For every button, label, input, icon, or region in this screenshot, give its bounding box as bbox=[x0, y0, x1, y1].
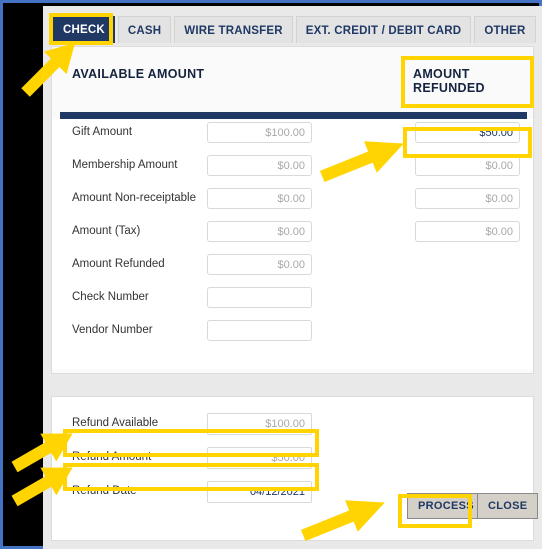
amount-refunded-input[interactable] bbox=[415, 188, 520, 209]
amount-refunded-input[interactable] bbox=[415, 221, 520, 242]
field-label: Amount Refunded bbox=[72, 258, 165, 270]
available-amount-input[interactable] bbox=[207, 287, 312, 308]
field-label: Amount Non-receiptable bbox=[72, 192, 197, 204]
field-label: Amount (Tax) bbox=[72, 225, 141, 237]
process-button[interactable]: PROCESS bbox=[407, 493, 485, 519]
close-button[interactable]: CLOSE bbox=[477, 493, 539, 519]
amount-refunded-heading: AMOUNT REFUNDED bbox=[413, 67, 485, 95]
amount-row: Gift Amount bbox=[52, 119, 533, 151]
amount-row: Membership Amount bbox=[52, 152, 533, 184]
tab-wire-transfer[interactable]: WIRE TRANSFER bbox=[174, 16, 293, 43]
amount-row: Vendor Number bbox=[52, 317, 533, 349]
available-amount-input[interactable] bbox=[207, 155, 312, 176]
refund-amount-row: Refund Amount bbox=[52, 443, 533, 475]
amount-refunded-input[interactable] bbox=[415, 122, 520, 143]
amount-row: Check Number bbox=[52, 284, 533, 316]
field-label: Membership Amount bbox=[72, 159, 178, 171]
refund-amount-input[interactable] bbox=[207, 447, 312, 469]
payment-method-tabs: CHECK CASH WIRE TRANSFER EXT. CREDIT / DEBI… bbox=[53, 16, 536, 43]
amount-panel: AVAILABLE AMOUNT AMOUNT REFUNDED Gift Am… bbox=[51, 46, 534, 374]
amount-row: Amount Non-receiptable bbox=[52, 185, 533, 217]
available-amount-input[interactable] bbox=[207, 188, 312, 209]
window-frame: CHECK CASH WIRE TRANSFER EXT. CREDIT / DEBI… bbox=[0, 0, 542, 549]
available-amount-input[interactable] bbox=[207, 320, 312, 341]
refund-panel: Refund Available Refund Amount Refund Da… bbox=[51, 396, 539, 541]
available-amount-input[interactable] bbox=[207, 122, 312, 143]
tab-check[interactable]: CHECK bbox=[53, 16, 115, 43]
refund-dialog: CHECK CASH WIRE TRANSFER EXT. CREDIT / DEBI… bbox=[43, 6, 542, 549]
tab-other[interactable]: OTHER bbox=[474, 16, 536, 43]
bottom-strip bbox=[43, 541, 542, 549]
field-label: Gift Amount bbox=[72, 126, 133, 138]
refund-available-row: Refund Available bbox=[52, 409, 533, 441]
tab-cash[interactable]: CASH bbox=[117, 16, 172, 43]
tab-strip: CHECK CASH WIRE TRANSFER EXT. CREDIT / DEBI… bbox=[43, 6, 542, 46]
refund-date-label: Refund Date bbox=[72, 485, 137, 497]
field-label: Vendor Number bbox=[72, 324, 153, 336]
amount-row: Amount Refunded bbox=[52, 251, 533, 283]
refund-available-label: Refund Available bbox=[72, 417, 159, 429]
available-amount-heading: AVAILABLE AMOUNT bbox=[72, 67, 205, 81]
refund-amount-label: Refund Amount bbox=[72, 451, 152, 463]
amount-fields: Gift Amount Membership Amount Amount Non-r… bbox=[52, 119, 533, 369]
available-amount-input[interactable] bbox=[207, 254, 312, 275]
amount-row: Amount (Tax) bbox=[52, 218, 533, 250]
refund-date-input[interactable] bbox=[207, 481, 312, 503]
field-label: Check Number bbox=[72, 291, 149, 303]
amount-refunded-input[interactable] bbox=[415, 155, 520, 176]
section-headings: AVAILABLE AMOUNT AMOUNT REFUNDED bbox=[52, 47, 533, 105]
navy-divider-bar bbox=[60, 112, 527, 119]
refund-available-input[interactable] bbox=[207, 413, 312, 435]
tab-ext-credit-debit-card[interactable]: EXT. CREDIT / DEBIT CARD bbox=[295, 16, 472, 43]
available-amount-input[interactable] bbox=[207, 221, 312, 242]
